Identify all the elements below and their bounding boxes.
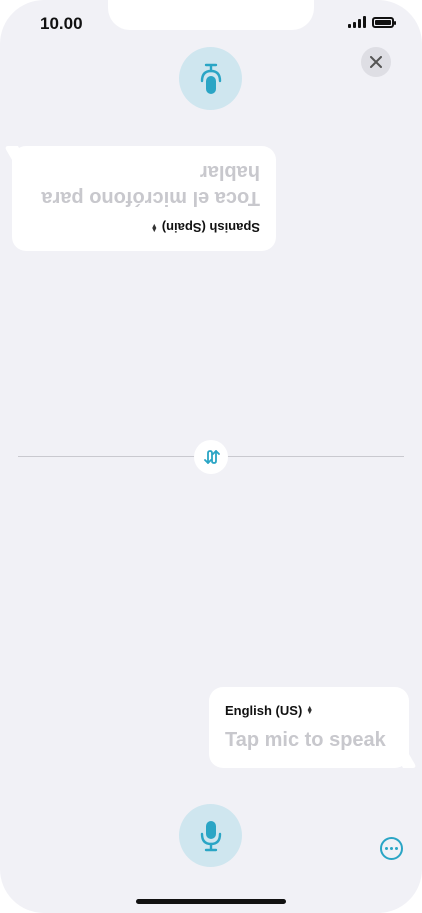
status-icons xyxy=(348,16,396,28)
microphone-icon xyxy=(200,63,221,94)
swap-button[interactable] xyxy=(194,440,228,474)
language-label: English (US) xyxy=(225,703,303,718)
phone-screen: 10.00 Spanish (Spain) ▲ ▼ Toca el micrófo… xyxy=(0,0,422,913)
more-icon-dot xyxy=(395,847,398,850)
language-selector-spanish[interactable]: Spanish (Spain) ▲ ▼ xyxy=(151,220,260,235)
notch xyxy=(108,0,314,30)
more-button[interactable] xyxy=(380,837,403,860)
chevron-updown-icon: ▲ ▼ xyxy=(150,222,158,234)
english-bubble: English (US) ▲ ▼ Tap mic to speak xyxy=(209,687,409,768)
microphone-icon xyxy=(200,820,221,851)
home-indicator[interactable] xyxy=(136,899,286,904)
language-label: Spanish (Spain) xyxy=(161,220,260,235)
spanish-bubble: Spanish (Spain) ▲ ▼ Toca el micrófono par… xyxy=(12,146,276,251)
battery-icon xyxy=(372,16,396,28)
more-icon-dot xyxy=(390,847,393,850)
swap-icon xyxy=(204,450,220,464)
spanish-prompt: Toca el micrófono para hablar xyxy=(41,161,260,209)
close-button[interactable] xyxy=(361,47,391,77)
signal-icon xyxy=(348,16,366,28)
mic-button-top[interactable] xyxy=(179,47,242,110)
close-icon xyxy=(370,56,382,68)
mic-button-bottom[interactable] xyxy=(179,804,242,867)
language-selector-english[interactable]: English (US) ▲ ▼ xyxy=(225,703,313,718)
status-time: 10.00 xyxy=(40,14,83,33)
chevron-updown-icon: ▲ ▼ xyxy=(306,704,314,716)
more-icon-dot xyxy=(385,847,388,850)
english-prompt: Tap mic to speak xyxy=(225,729,386,751)
